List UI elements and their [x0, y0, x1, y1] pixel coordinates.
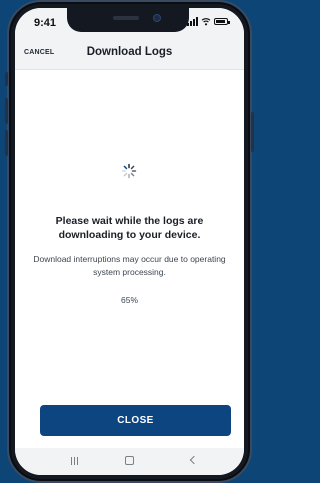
volume-down-button	[5, 130, 8, 156]
progress-percent: 65%	[120, 295, 138, 305]
battery-icon	[214, 18, 230, 25]
status-icons	[187, 17, 230, 26]
close-button[interactable]: CLOSE	[40, 405, 231, 436]
page-title: Download Logs	[86, 46, 173, 58]
recents-icon[interactable]	[71, 457, 78, 465]
side-button	[5, 72, 8, 86]
spinner-icon	[121, 163, 137, 179]
info-message: Download interruptions may occur due to …	[33, 254, 226, 277]
volume-up-button	[5, 98, 8, 124]
notch	[67, 8, 189, 32]
back-icon[interactable]	[189, 455, 199, 465]
power-button	[251, 112, 254, 152]
system-nav-bar	[15, 448, 244, 475]
header: CANCEL Download Logs	[15, 36, 244, 70]
wait-message: Please wait while the logs are downloadi…	[55, 215, 204, 241]
wifi-icon	[201, 18, 211, 26]
status-bar: 9:41	[15, 8, 244, 36]
home-icon[interactable]	[125, 456, 134, 465]
signal-icon	[187, 17, 198, 26]
phone-screen: 9:41 CANCEL Download Logs Please wait wh…	[15, 8, 244, 475]
camera-icon	[153, 14, 161, 22]
status-time: 9:41	[34, 17, 57, 29]
speaker	[113, 16, 139, 20]
